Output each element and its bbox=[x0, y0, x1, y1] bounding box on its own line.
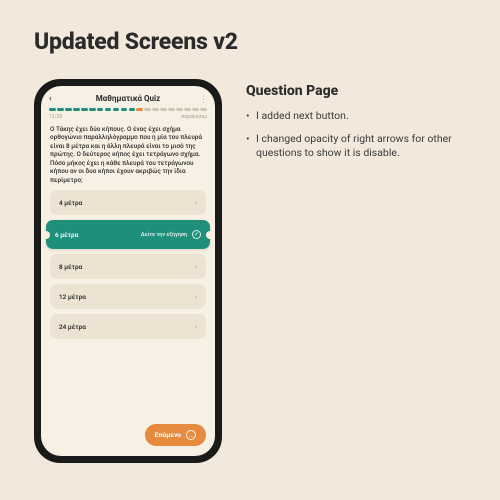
kebab-menu-icon[interactable]: ⋮ bbox=[199, 95, 207, 105]
question-text: Ο Τάκης έχει δύο κήπους. Ο ένας έχει σχή… bbox=[41, 120, 215, 190]
content-row: ‹ Μαθηματικά Quiz ⋮ 12/20 παραλείπω Ο Τά… bbox=[34, 79, 466, 463]
see-explanation[interactable]: Δείτε την εξήγηση bbox=[141, 232, 187, 238]
answer-label: 24 μέτρα bbox=[59, 323, 86, 331]
screen-header: ‹ Μαθηματικά Quiz ⋮ bbox=[41, 86, 215, 106]
notes-item: I changed opacity of right arrows for ot… bbox=[246, 132, 466, 160]
next-button-label: Επόμενο bbox=[155, 431, 181, 439]
answer-label: 4 μέτρα bbox=[59, 199, 82, 207]
answers-list: 4 μέτρα › 6 μέτρα Δείτε την εξήγηση ✓ 8 … bbox=[41, 190, 215, 339]
notes-list: I added next button. I changed opacity o… bbox=[246, 109, 466, 161]
chevron-right-icon: › bbox=[195, 198, 197, 207]
answer-option[interactable]: 4 μέτρα › bbox=[50, 190, 206, 215]
chevron-right-icon: › bbox=[195, 262, 197, 271]
screen-bottom-bar: Επόμενο → bbox=[41, 416, 215, 456]
answer-option[interactable]: 12 μέτρα › bbox=[50, 284, 206, 309]
arrow-right-icon: → bbox=[186, 430, 196, 440]
answer-label: 6 μέτρα bbox=[55, 231, 78, 239]
answer-label: 12 μέτρα bbox=[59, 293, 86, 301]
chevron-right-icon: › bbox=[195, 322, 197, 331]
progress-sub-row: 12/20 παραλείπω bbox=[41, 111, 215, 120]
chevron-right-icon: › bbox=[195, 292, 197, 301]
notes-title: Question Page bbox=[246, 83, 466, 99]
notes-panel: Question Page I added next button. I cha… bbox=[246, 79, 466, 170]
answer-label: 8 μέτρα bbox=[59, 263, 82, 271]
answer-option[interactable]: 8 μέτρα › bbox=[50, 254, 206, 279]
notes-item: I added next button. bbox=[246, 109, 466, 123]
next-button[interactable]: Επόμενο → bbox=[145, 424, 206, 446]
check-icon: ✓ bbox=[192, 230, 201, 239]
quiz-title: Μαθηματικά Quiz bbox=[96, 94, 160, 103]
page-title: Updated Screens v2 bbox=[34, 28, 466, 55]
phone-mockup: ‹ Μαθηματικά Quiz ⋮ 12/20 παραλείπω Ο Τά… bbox=[34, 79, 222, 463]
answer-option-selected[interactable]: 6 μέτρα Δείτε την εξήγηση ✓ bbox=[46, 220, 210, 249]
back-icon[interactable]: ‹ bbox=[49, 95, 52, 104]
phone-screen: ‹ Μαθηματικά Quiz ⋮ 12/20 παραλείπω Ο Τά… bbox=[41, 86, 215, 456]
answer-option[interactable]: 24 μέτρα › bbox=[50, 314, 206, 339]
